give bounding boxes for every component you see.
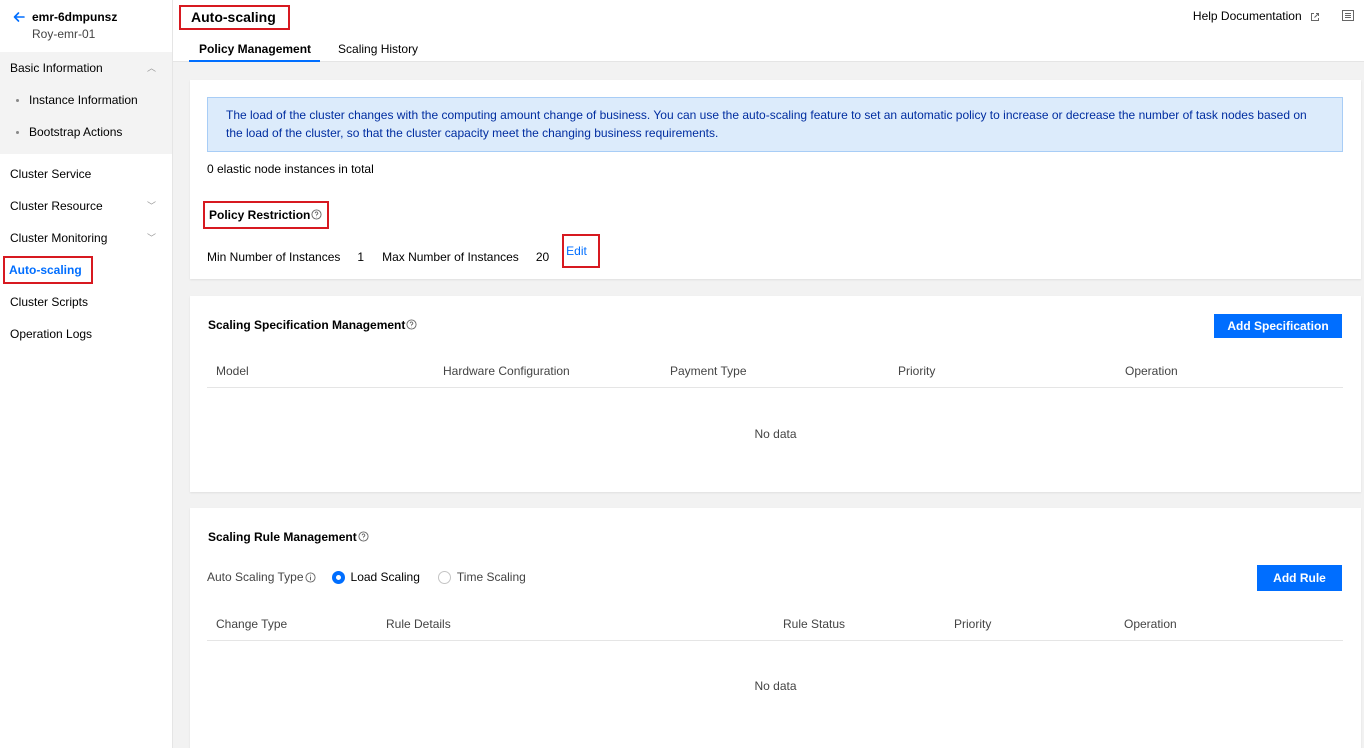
sidebar-item-label: Cluster Resource: [10, 199, 103, 213]
radio-checked-icon: [331, 570, 345, 584]
rules-section-title: Scaling Rule Management: [208, 530, 369, 544]
external-link-icon: [1311, 12, 1319, 21]
column-header: Payment Type: [670, 364, 747, 378]
spec-empty-state: No data: [754, 427, 797, 441]
radio-unchecked-icon: [437, 570, 451, 584]
back-arrow-icon[interactable]: [12, 10, 26, 24]
sidebar-item-instance-information[interactable]: Instance Information: [0, 84, 172, 116]
document-list-icon[interactable]: [1342, 10, 1354, 21]
radio-time-scaling[interactable]: Time Scaling: [437, 570, 526, 584]
radio-load-scaling[interactable]: Load Scaling: [331, 570, 420, 584]
rules-empty-state: No data: [754, 679, 797, 693]
column-header: Priority: [898, 364, 936, 378]
sidebar-item-cluster-monitoring[interactable]: Cluster Monitoring ﹀: [0, 222, 172, 254]
help-question-icon[interactable]: [311, 209, 322, 220]
column-header: Operation: [1124, 617, 1177, 631]
rules-card: Scaling Rule Management Auto Scaling Typ…: [190, 508, 1361, 748]
tab-policy-management[interactable]: Policy Management: [189, 40, 321, 62]
chevron-down-icon: ﹀: [146, 233, 156, 243]
radio-label: Time Scaling: [456, 570, 526, 584]
sidebar-item-cluster-service[interactable]: Cluster Service: [0, 158, 172, 190]
add-specification-button[interactable]: Add Specification: [1214, 314, 1342, 338]
sidebar-item-label: Operation Logs: [10, 327, 93, 341]
instance-limits: Min Number of Instances 1 Max Number of …: [207, 234, 600, 268]
sidebar-item-auto-scaling[interactable]: Auto-scaling: [0, 254, 172, 286]
sidebar-item-label: Basic Information: [10, 61, 103, 75]
spec-card: Scaling Specification Management Add Spe…: [190, 296, 1361, 492]
min-instances-label: Min Number of Instances: [207, 250, 341, 264]
sidebar-item-bootstrap-actions[interactable]: Bootstrap Actions: [0, 116, 172, 148]
sidebar-item-label: Auto-scaling: [3, 256, 93, 284]
rules-table-header: Change Type Rule Details Rule Status Pri…: [207, 609, 1343, 641]
scaling-type-label: Auto Scaling Type: [207, 570, 304, 584]
spec-table-header: Model Hardware Configuration Payment Typ…: [207, 356, 1343, 388]
column-header: Rule Status: [783, 617, 846, 631]
help-label: Help Documentation: [1192, 9, 1302, 23]
tabs: Policy Management Scaling History: [189, 40, 435, 62]
page-header: Auto-scaling Help Documentation Policy M…: [173, 0, 1364, 62]
sidebar-item-operation-logs[interactable]: Operation Logs: [0, 318, 172, 350]
spec-section-title: Scaling Specification Management: [208, 318, 417, 332]
auto-scaling-type: Auto Scaling Type Load Scaling Time Scal…: [207, 570, 544, 584]
chevron-down-icon: ﹀: [146, 201, 156, 211]
help-question-icon[interactable]: [358, 531, 369, 542]
sidebar: emr-6dmpunsz Roy-emr-01 Basic Informatio…: [0, 0, 173, 748]
sidebar-group-basic: Basic Information ︿ Instance Information…: [0, 52, 172, 154]
sidebar-item-label: Cluster Service: [10, 167, 92, 181]
max-instances-label: Max Number of Instances: [382, 250, 519, 264]
sidebar-item-label: Cluster Scripts: [10, 295, 89, 309]
policy-card: The load of the cluster changes with the…: [190, 80, 1361, 279]
info-icon[interactable]: [304, 571, 316, 583]
tab-scaling-history[interactable]: Scaling History: [328, 40, 427, 62]
help-documentation-link[interactable]: Help Documentation: [1193, 9, 1320, 23]
column-header: Hardware Configuration: [443, 364, 570, 378]
info-notice: The load of the cluster changes with the…: [207, 97, 1343, 152]
instance-name: Roy-emr-01: [32, 27, 96, 41]
column-header: Change Type: [216, 617, 288, 631]
radio-label: Load Scaling: [350, 570, 420, 584]
add-rule-button[interactable]: Add Rule: [1257, 565, 1342, 591]
section-title-label: Policy Restriction: [209, 208, 311, 222]
column-header: Operation: [1125, 364, 1178, 378]
max-instances-value: 20: [535, 250, 550, 264]
sidebar-item-cluster-resource[interactable]: Cluster Resource ﹀: [0, 190, 172, 222]
sidebar-item-label: Instance Information: [29, 93, 138, 107]
section-title-label: Scaling Specification Management: [208, 318, 406, 332]
sidebar-item-basic-information[interactable]: Basic Information ︿: [0, 52, 172, 84]
help-question-icon[interactable]: [406, 319, 417, 330]
edit-limits-link[interactable]: Edit: [562, 234, 600, 268]
bullet-icon: [16, 131, 19, 135]
min-instances-value: 1: [357, 250, 365, 264]
sidebar-item-label: Cluster Monitoring: [10, 231, 108, 245]
policy-restriction-title: Policy Restriction: [203, 201, 330, 229]
bullet-icon: [16, 99, 19, 103]
page-title: Auto-scaling: [179, 5, 290, 30]
column-header: Model: [216, 364, 249, 378]
column-header: Rule Details: [386, 617, 451, 631]
section-title-label: Scaling Rule Management: [208, 530, 357, 544]
sidebar-item-label: Bootstrap Actions: [29, 125, 123, 139]
instance-header: emr-6dmpunsz Roy-emr-01: [0, 0, 172, 52]
column-header: Priority: [954, 617, 992, 631]
elastic-node-total: 0 elastic node instances in total: [207, 162, 374, 176]
instance-id: emr-6dmpunsz: [32, 10, 118, 24]
sidebar-item-cluster-scripts[interactable]: Cluster Scripts: [0, 286, 172, 318]
chevron-up-icon: ︿: [146, 63, 156, 73]
